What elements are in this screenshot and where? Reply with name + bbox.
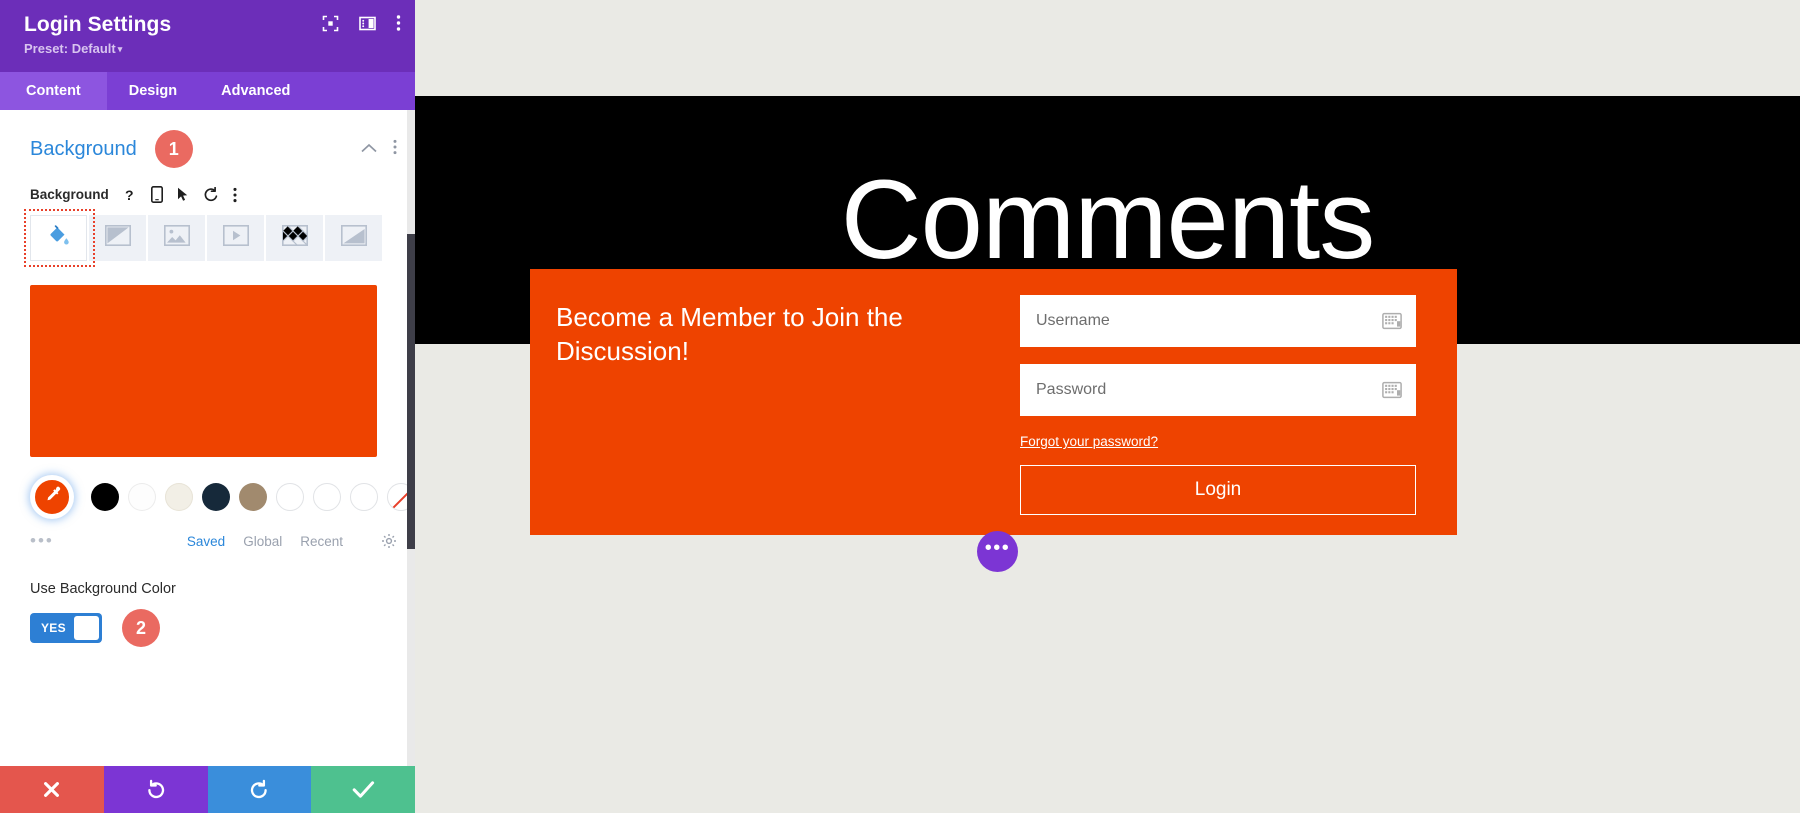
svg-text:?: ? xyxy=(125,187,134,203)
annotation-badge-2: 2 xyxy=(122,609,160,647)
divi-builder-screen: Login Settings Preset: Default ▾ Content… xyxy=(0,0,1800,813)
palette-more-icon[interactable]: ••• xyxy=(30,531,54,551)
save-password-icon[interactable] xyxy=(1382,381,1402,399)
video-play-icon xyxy=(222,225,249,251)
palette-tab-group: Saved Global Recent xyxy=(187,533,397,549)
bg-type-mask[interactable] xyxy=(325,215,382,261)
background-section-header: Background 1 xyxy=(0,110,415,178)
image-icon xyxy=(163,225,190,251)
swatch-black[interactable] xyxy=(91,483,119,511)
section-header-actions xyxy=(361,139,397,160)
palette-tab-recent[interactable]: Recent xyxy=(300,534,343,549)
focus-mode-icon[interactable] xyxy=(322,15,339,32)
palette-tab-saved[interactable]: Saved xyxy=(187,534,225,549)
swatch-eyedropper-active[interactable] xyxy=(32,477,72,517)
username-placeholder: Username xyxy=(1036,312,1110,329)
hover-pointer-icon[interactable] xyxy=(177,187,189,203)
mask-icon xyxy=(340,225,367,251)
module-settings-panel: Login Settings Preset: Default ▾ Content… xyxy=(0,0,415,813)
panel-header-actions xyxy=(322,14,401,32)
password-placeholder: Password xyxy=(1036,381,1107,398)
background-field-label-row: Background ? xyxy=(0,178,415,209)
floating-options-button[interactable]: ••• xyxy=(977,531,1018,572)
paint-bucket-icon xyxy=(48,224,70,252)
background-type-tabs xyxy=(24,209,397,267)
panel-scrollbar-track[interactable] xyxy=(407,110,415,766)
login-heading: Become a Member to Join the Discussion! xyxy=(556,302,903,366)
chevron-up-icon[interactable] xyxy=(361,140,377,158)
toggle-knob xyxy=(73,616,99,640)
login-module[interactable]: Become a Member to Join the Discussion! … xyxy=(530,269,1457,535)
username-input[interactable]: Username xyxy=(1020,295,1416,347)
settings-action-bar xyxy=(0,766,415,813)
undo-icon xyxy=(148,779,165,799)
swatch-empty-3[interactable] xyxy=(350,483,378,511)
more-vertical-icon[interactable] xyxy=(396,14,401,32)
more-vertical-icon[interactable] xyxy=(233,187,237,203)
undo-button[interactable] xyxy=(103,766,208,813)
redo-button[interactable] xyxy=(207,766,312,813)
reset-icon[interactable] xyxy=(203,186,219,203)
swatch-navy[interactable] xyxy=(202,483,230,511)
panel-layout-icon[interactable] xyxy=(359,15,376,32)
help-icon[interactable]: ? xyxy=(123,187,137,203)
annotation-badge-1: 1 xyxy=(154,130,193,168)
settings-body: Background 1 Background ? ••• Saved Glob… xyxy=(0,110,415,766)
more-vertical-icon[interactable] xyxy=(393,139,397,160)
page-preview: Comments Become a Member to Join the Dis… xyxy=(415,0,1800,813)
tab-content[interactable]: Content xyxy=(0,72,107,110)
forgot-password-link[interactable]: Forgot your password? xyxy=(1020,434,1158,449)
login-form: Username Password Forgot your password? … xyxy=(1020,269,1416,515)
eyedropper-icon xyxy=(43,486,61,509)
swatch-empty-2[interactable] xyxy=(313,483,341,511)
use-background-color-toggle[interactable]: YES xyxy=(30,613,102,643)
tab-advanced[interactable]: Advanced xyxy=(199,72,312,110)
checkmark-icon xyxy=(352,781,374,798)
panel-header: Login Settings Preset: Default ▾ xyxy=(0,0,415,72)
cancel-button[interactable] xyxy=(0,766,104,813)
bg-type-color-fill[interactable] xyxy=(30,215,87,261)
preset-label: Preset: Default xyxy=(24,41,116,56)
color-swatch-row xyxy=(30,477,415,517)
use-background-color-label: Use Background Color xyxy=(30,581,176,597)
palette-tab-global[interactable]: Global xyxy=(243,534,282,549)
save-button[interactable] xyxy=(311,766,415,813)
login-submit-button[interactable]: Login xyxy=(1020,465,1416,515)
redo-icon xyxy=(250,779,267,799)
gradient-icon xyxy=(104,225,131,251)
background-field-label: Background xyxy=(30,187,109,202)
swatch-white[interactable] xyxy=(128,483,156,511)
gear-icon[interactable] xyxy=(381,533,397,549)
bg-type-pattern[interactable] xyxy=(266,215,323,261)
login-module-text: Become a Member to Join the Discussion! xyxy=(530,269,1020,369)
preset-selector[interactable]: Preset: Default ▾ xyxy=(24,41,397,56)
bg-type-video[interactable] xyxy=(207,215,264,261)
username-field-wrap: Username xyxy=(1020,295,1416,347)
swatch-tan[interactable] xyxy=(239,483,267,511)
password-field-wrap: Password xyxy=(1020,364,1416,416)
bg-type-gradient[interactable] xyxy=(89,215,146,261)
section-title[interactable]: Background xyxy=(30,138,137,161)
swatch-cream[interactable] xyxy=(165,483,193,511)
settings-tabs: Content Design Advanced xyxy=(0,72,415,110)
swatch-empty-1[interactable] xyxy=(276,483,304,511)
close-icon xyxy=(44,782,60,797)
banner-heading: Comments xyxy=(840,157,1375,282)
toggle-value: YES xyxy=(41,621,66,635)
password-input[interactable]: Password xyxy=(1020,364,1416,416)
pattern-icon xyxy=(281,225,309,251)
bg-type-image[interactable] xyxy=(148,215,205,261)
panel-scrollbar-thumb[interactable] xyxy=(407,234,415,549)
palette-controls: ••• Saved Global Recent xyxy=(30,531,397,551)
chevron-down-icon: ▾ xyxy=(117,44,123,54)
use-background-color-row: YES 2 xyxy=(30,609,397,647)
save-password-icon[interactable] xyxy=(1382,312,1402,330)
tab-design[interactable]: Design xyxy=(107,72,199,110)
responsive-mobile-icon[interactable] xyxy=(150,186,163,203)
color-preview-swatch[interactable] xyxy=(30,285,377,457)
